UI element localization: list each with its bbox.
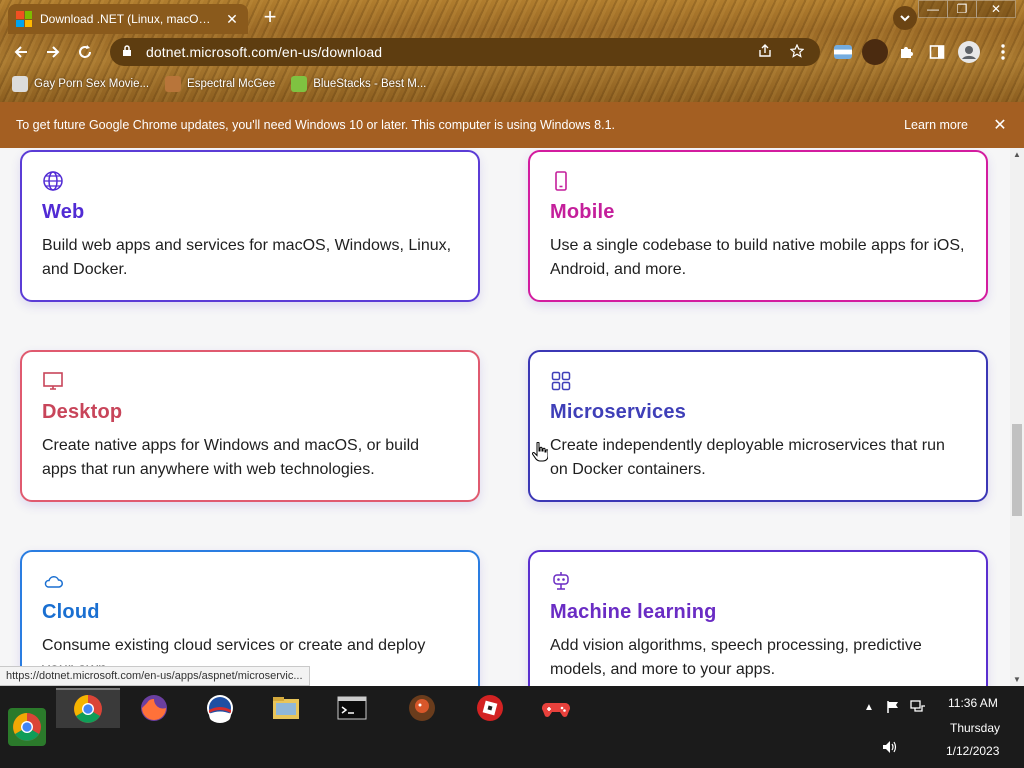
card-description: Add vision algorithms, speech processing…	[550, 637, 922, 678]
globe-icon	[43, 171, 63, 191]
bookmark-label: BlueStacks - Best M...	[313, 78, 427, 90]
arrow-left-icon	[14, 46, 27, 58]
back-button[interactable]	[6, 37, 36, 67]
taskbar-firefox[interactable]	[122, 688, 186, 728]
card-web[interactable]: Web Build web apps and services for macO…	[20, 150, 480, 302]
argentina-flag-extension-icon[interactable]	[830, 39, 856, 65]
cmd-icon	[337, 696, 367, 720]
network-icon[interactable]	[910, 700, 926, 717]
taskbar-chrome[interactable]	[56, 688, 120, 728]
taskbar-game[interactable]	[524, 688, 588, 728]
clock-time[interactable]: 11:36 AM	[948, 696, 998, 710]
card-title[interactable]: Desktop	[42, 401, 458, 424]
card-description: Create native apps for Windows and macOS…	[42, 437, 420, 478]
system-tray: ▲ 11:36 AM Thursday 1/12/2023	[854, 686, 1024, 768]
arrow-right-icon	[47, 46, 60, 58]
scroll-up-arrow-icon[interactable]: ▲	[1010, 150, 1024, 159]
card-desktop[interactable]: Desktop Create native apps for Windows a…	[20, 350, 480, 502]
taskbar-app-obama[interactable]	[188, 688, 252, 728]
tab-close-button[interactable]: ✕	[224, 11, 240, 28]
obama-logo-icon	[207, 695, 233, 723]
card-description: Use a single codebase to build native mo…	[550, 237, 965, 278]
action-center-flag-icon[interactable]	[886, 700, 900, 717]
volume-icon[interactable]	[882, 740, 898, 757]
infobar-close-button[interactable]: ✕	[992, 115, 1008, 135]
new-tab-button[interactable]: +	[258, 6, 282, 30]
bookmark-item[interactable]: Gay Porn Sex Movie...	[12, 76, 149, 92]
bird-app-icon	[409, 695, 435, 721]
browser-frame: Download .NET (Linux, macOS, and Windows…	[0, 0, 1024, 102]
card-description: Build web apps and services for macOS, W…	[42, 237, 452, 278]
start-button-chrome-icon[interactable]	[8, 708, 46, 746]
scrollbar-thumb[interactable]	[1012, 424, 1022, 516]
reload-button[interactable]	[70, 37, 100, 67]
bookmark-label: Espectral McGee	[187, 78, 276, 90]
bookmark-star-icon[interactable]	[786, 43, 808, 61]
card-title[interactable]: Web	[42, 201, 458, 224]
side-panel-icon[interactable]	[924, 39, 950, 65]
phone-icon	[555, 171, 567, 191]
chrome-menu-icon[interactable]	[990, 39, 1016, 65]
tab-title: Download .NET (Linux, macOS, and Windows…	[40, 12, 218, 26]
robot-icon	[553, 572, 569, 590]
gamepad-icon	[542, 703, 570, 717]
monitor-icon	[43, 372, 63, 390]
share-icon[interactable]	[754, 43, 776, 61]
bookmark-label: Gay Porn Sex Movie...	[34, 78, 150, 90]
card-mobile[interactable]: Mobile Use a single codebase to build na…	[528, 150, 988, 302]
taskbar-file-explorer[interactable]	[254, 688, 318, 728]
bookmark-item[interactable]: BlueStacks - Best M...	[291, 76, 426, 92]
window-controls: — ❐ ✕	[918, 0, 1016, 18]
page-scrollbar[interactable]: ▲ ▼	[1010, 148, 1024, 686]
bookmark-favicon	[165, 76, 182, 92]
forward-button[interactable]	[38, 37, 68, 67]
link-status-bubble: https://dotnet.microsoft.com/en-us/apps/…	[0, 666, 310, 686]
card-title[interactable]: Microservices	[550, 401, 966, 424]
taskbar-cmd[interactable]	[320, 688, 384, 728]
extensions-puzzle-icon[interactable]	[893, 39, 919, 65]
learn-more-link[interactable]: Learn more	[904, 118, 968, 132]
chevron-down-icon	[900, 15, 910, 22]
address-bar[interactable]: dotnet.microsoft.com/en-us/download	[110, 38, 820, 66]
bookmarks-bar: Gay Porn Sex Movie... Espectral McGee Bl…	[0, 72, 1024, 96]
minimize-button[interactable]: —	[918, 0, 948, 18]
restore-button[interactable]: ❐	[947, 0, 977, 18]
reload-icon	[79, 45, 91, 58]
card-title[interactable]: Machine learning	[550, 601, 966, 624]
card-title[interactable]: Mobile	[550, 201, 966, 224]
bookmark-favicon	[12, 76, 28, 92]
tray-overflow-chevron-icon[interactable]: ▲	[864, 702, 874, 713]
browser-tab[interactable]: Download .NET (Linux, macOS, and Windows…	[8, 4, 248, 34]
clock-day[interactable]: Thursday	[950, 721, 1000, 735]
roblox-icon	[477, 695, 503, 721]
taskbar-bird-app[interactable]	[390, 688, 454, 728]
card-microservices[interactable]: Microservices Create independently deplo…	[528, 350, 988, 502]
profile-icon[interactable]	[956, 39, 982, 65]
windows-taskbar: ▲ 11:36 AM Thursday 1/12/2023	[0, 686, 1024, 768]
card-title[interactable]: Cloud	[42, 601, 458, 624]
file-explorer-icon	[273, 697, 299, 719]
taskbar-roblox[interactable]	[458, 688, 522, 728]
cloud-icon	[44, 576, 63, 588]
url-text[interactable]: dotnet.microsoft.com/en-us/download	[146, 44, 744, 60]
chrome-update-infobar: To get future Google Chrome updates, you…	[0, 102, 1024, 148]
browser-toolbar: dotnet.microsoft.com/en-us/download	[0, 36, 1024, 68]
microsoft-logo-icon	[16, 11, 32, 27]
tab-search-button[interactable]	[893, 6, 917, 30]
extension-avatar-icon[interactable]	[862, 39, 888, 65]
chrome-icon	[74, 695, 102, 723]
clock-date[interactable]: 1/12/2023	[946, 744, 999, 758]
hand-cursor-icon	[532, 442, 548, 462]
scroll-down-arrow-icon[interactable]: ▼	[1010, 675, 1024, 684]
infobar-message: To get future Google Chrome updates, you…	[16, 118, 615, 132]
card-description: Create independently deployable microser…	[550, 437, 945, 478]
close-window-button[interactable]: ✕	[976, 0, 1016, 18]
bookmark-item[interactable]: Espectral McGee	[165, 76, 275, 92]
page-content: Web Build web apps and services for macO…	[0, 148, 1010, 686]
lock-icon[interactable]	[122, 44, 136, 60]
grid-icon	[551, 371, 571, 391]
bluestacks-icon	[291, 76, 308, 92]
firefox-icon	[141, 695, 167, 721]
card-machine-learning[interactable]: Machine learning Add vision algorithms, …	[528, 550, 988, 686]
